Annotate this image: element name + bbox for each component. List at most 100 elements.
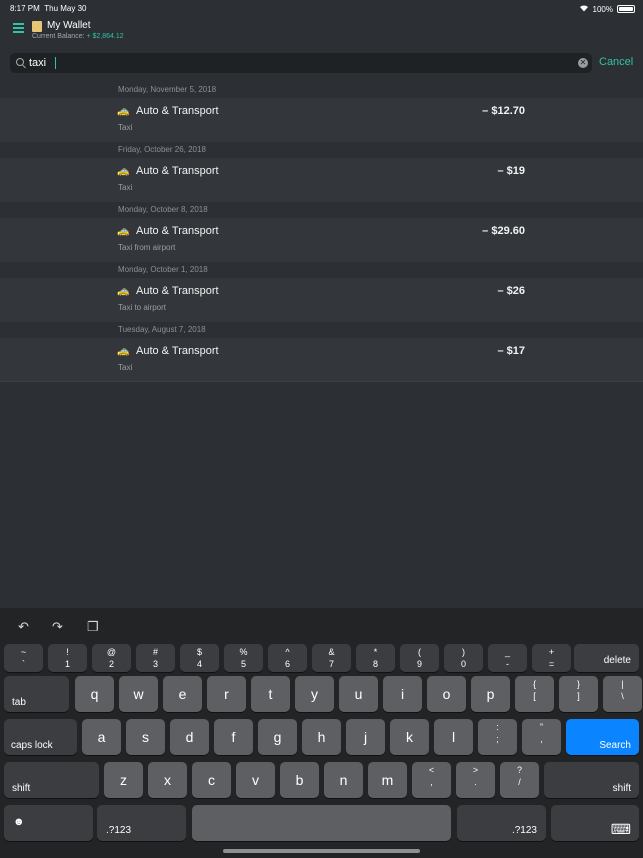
tab-key[interactable]: tab [4, 676, 69, 712]
key-symbol[interactable]: ) 0 [444, 644, 483, 672]
key-symbol[interactable]: :; [478, 719, 517, 755]
delete-key[interactable]: delete [574, 644, 639, 672]
emoji-key[interactable]: ☻ [4, 805, 93, 841]
battery-icon [617, 5, 635, 13]
key-letter[interactable]: h [302, 719, 341, 755]
key-letter[interactable]: y [295, 676, 334, 712]
key-letter[interactable]: v [236, 762, 275, 798]
caps-lock-key[interactable]: caps lock [4, 719, 77, 755]
home-indicator [223, 849, 420, 853]
key-symbol[interactable]: #3 [136, 644, 175, 672]
battery-percent: 100% [592, 4, 613, 14]
page-title: My Wallet [47, 20, 91, 31]
key-symbol[interactable]: + = [532, 644, 571, 672]
key-symbol[interactable]: % 5 [224, 644, 263, 672]
key-letter[interactable]: d [170, 719, 209, 755]
key-symbol[interactable]: >. [456, 762, 495, 798]
transaction-amount: – $26 [497, 285, 525, 297]
key-letter[interactable]: x [148, 762, 187, 798]
wallet-icon [32, 21, 42, 32]
transaction-category: Auto & Transport [136, 285, 219, 297]
date-header: Monday, October 8, 2018 [0, 202, 643, 218]
taxi-icon: 🚕 [117, 226, 130, 237]
transaction-amount: – $19 [497, 165, 525, 177]
key-symbol[interactable]: ? / [500, 762, 539, 798]
key-letter[interactable]: t [251, 676, 290, 712]
key-symbol[interactable]: (9 [400, 644, 439, 672]
key-letter[interactable]: l [434, 719, 473, 755]
key-letter[interactable]: o [427, 676, 466, 712]
undo-icon[interactable]: ↶ [18, 619, 29, 635]
date-header: Monday, November 5, 2018 [0, 82, 643, 98]
status-time: 8:17 PM Thu May 30 [10, 4, 87, 13]
key-letter[interactable]: u [339, 676, 378, 712]
key-symbol[interactable]: {[ [515, 676, 554, 712]
keyboard-toolbar: ↶ ↷ ❐ [0, 608, 643, 643]
key-letter[interactable]: b [280, 762, 319, 798]
transaction-amount: – $17 [497, 345, 525, 357]
key-letter[interactable]: g [258, 719, 297, 755]
transaction-category: Auto & Transport [136, 225, 219, 237]
key-symbol[interactable]: * 8 [356, 644, 395, 672]
transaction-note: Taxi [118, 123, 133, 132]
key-letter[interactable]: a [82, 719, 121, 755]
key-symbol[interactable]: <, [412, 762, 451, 798]
transaction-list: Monday, November 5, 2018 🚕 Auto & Transpor… [0, 82, 643, 382]
key-letter[interactable]: q [75, 676, 114, 712]
numbers-key-right[interactable]: .?123 [457, 805, 546, 841]
key-letter[interactable]: i [383, 676, 422, 712]
dismiss-keyboard-key[interactable]: ⌨ [551, 805, 639, 841]
transaction-row[interactable]: 🚕 Auto & Transport Taxi to airport – $26 [0, 278, 643, 322]
status-bar: 8:17 PM Thu May 30 100% [0, 0, 643, 16]
paste-icon[interactable]: ❐ [87, 619, 99, 635]
date-header: Friday, October 26, 2018 [0, 142, 643, 158]
search-input[interactable] [29, 53, 569, 73]
transaction-row[interactable]: 🚕 Auto & Transport Taxi – $17 [0, 338, 643, 382]
key-symbol[interactable]: ^ 6 [268, 644, 307, 672]
key-symbol[interactable]: $4 [180, 644, 219, 672]
date-header: Tuesday, August 7, 2018 [0, 322, 643, 338]
redo-icon[interactable]: ↷ [52, 619, 63, 635]
key-letter[interactable]: p [471, 676, 510, 712]
key-letter[interactable]: c [192, 762, 231, 798]
menu-icon[interactable] [13, 23, 24, 33]
shift-key-right[interactable]: shift [544, 762, 639, 798]
transaction-category: Auto & Transport [136, 105, 219, 117]
key-symbol[interactable]: & 7 [312, 644, 351, 672]
key-symbol[interactable]: }] [559, 676, 598, 712]
transaction-row[interactable]: 🚕 Auto & Transport Taxi from airport – $29.… [0, 218, 643, 262]
search-bar[interactable]: ✕ [10, 53, 592, 73]
transaction-row[interactable]: 🚕 Auto & Transport Taxi – $19 [0, 158, 643, 202]
key-letter[interactable]: s [126, 719, 165, 755]
search-button[interactable]: Search [566, 719, 639, 755]
key-symbol[interactable]: _ - [488, 644, 527, 672]
key-letter[interactable]: z [104, 762, 143, 798]
key-symbol[interactable]: ~ ` [4, 644, 43, 672]
key-letter[interactable]: m [368, 762, 407, 798]
key-symbol[interactable]: ! 1 [48, 644, 87, 672]
transaction-amount: – $12.70 [482, 105, 525, 117]
key-symbol[interactable]: @2 [92, 644, 131, 672]
cancel-button[interactable]: Cancel [599, 56, 633, 68]
key-letter[interactable]: w [119, 676, 158, 712]
taxi-icon: 🚕 [117, 286, 130, 297]
transaction-category: Auto & Transport [136, 345, 219, 357]
space-bar[interactable] [192, 805, 451, 841]
keyboard: ↶ ↷ ❐ ~ `! 1 @2 #3 $4% 5 ^ 6 & 7 * 8(9) 0 _ - + = delete ta… [0, 608, 643, 858]
key-letter[interactable]: k [390, 719, 429, 755]
key-symbol[interactable]: | \ [603, 676, 642, 712]
taxi-icon: 🚕 [117, 166, 130, 177]
transaction-row[interactable]: 🚕 Auto & Transport Taxi – $12.70 [0, 98, 643, 142]
key-letter[interactable]: e [163, 676, 202, 712]
taxi-icon: 🚕 [117, 346, 130, 357]
clear-icon[interactable]: ✕ [578, 58, 588, 68]
key-letter[interactable]: n [324, 762, 363, 798]
key-letter[interactable]: f [214, 719, 253, 755]
shift-key-left[interactable]: shift [4, 762, 99, 798]
key-letter[interactable]: r [207, 676, 246, 712]
transaction-note: Taxi to airport [118, 303, 167, 312]
key-letter[interactable]: j [346, 719, 385, 755]
transaction-note: Taxi [118, 363, 133, 372]
numbers-key-left[interactable]: .?123 [97, 805, 186, 841]
key-symbol[interactable]: ”, [522, 719, 561, 755]
